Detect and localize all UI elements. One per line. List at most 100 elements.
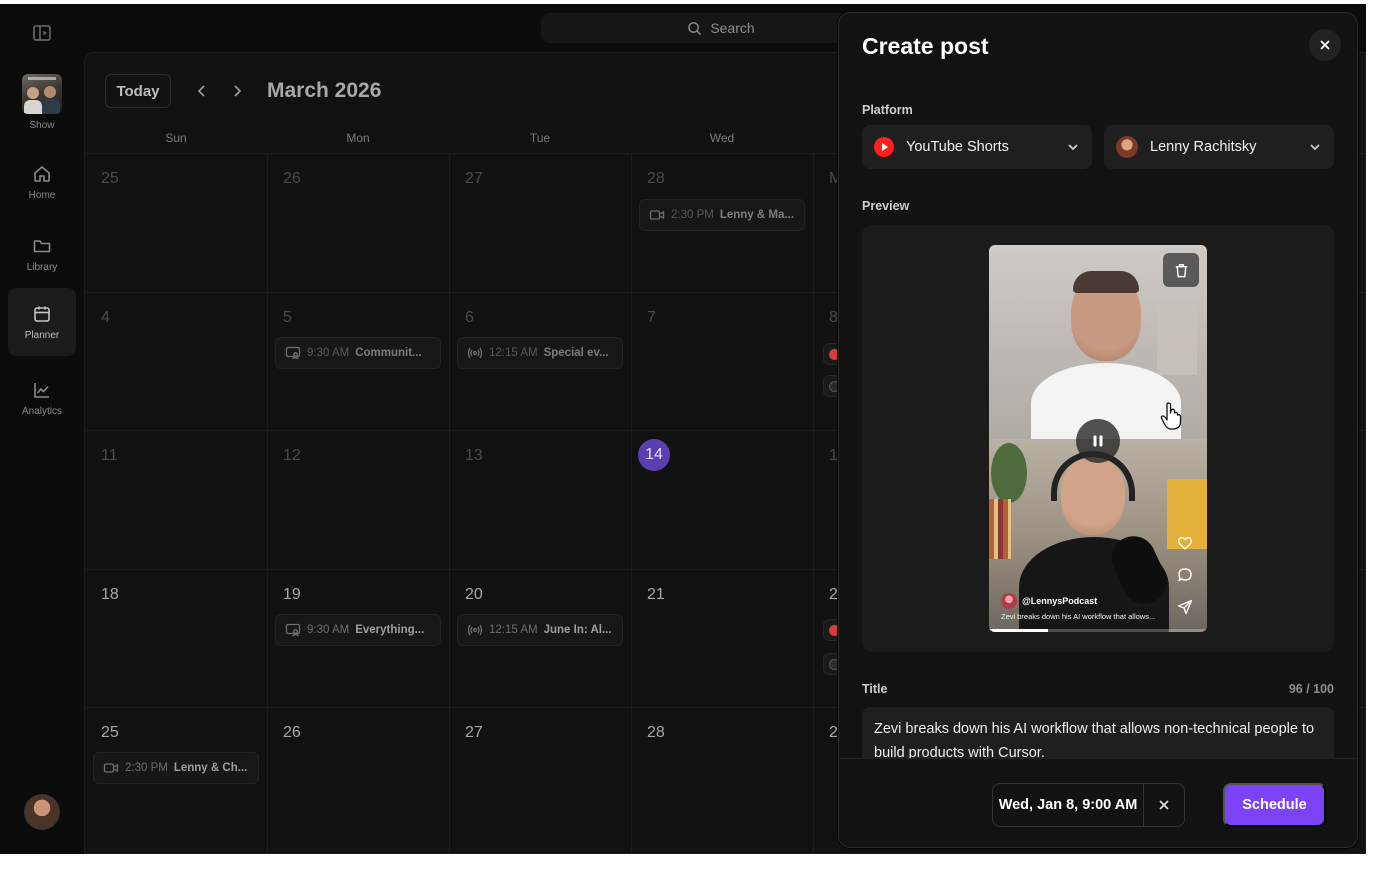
calendar-event[interactable]: 9:30 AM Everything... [275, 614, 441, 646]
today-button[interactable]: Today [105, 74, 171, 108]
event-title: Special ev... [543, 347, 609, 359]
event-title: Lenny & Ma... [719, 209, 794, 221]
panel-footer: Wed, Jan 8, 9:00 AM Schedule [839, 758, 1357, 847]
chevron-down-icon [1310, 144, 1320, 151]
event-time: 2:30 PM [125, 762, 168, 774]
schedule-button[interactable]: Schedule [1223, 783, 1326, 827]
video-progress-bar[interactable] [989, 629, 1207, 632]
event-time: 2:30 PM [671, 209, 714, 221]
calendar-icon [34, 306, 50, 322]
month-title: March 2026 [267, 79, 382, 102]
schedule-date-value[interactable]: Wed, Jan 8, 9:00 AM [993, 784, 1144, 826]
screen-user-icon [285, 346, 301, 360]
day-number[interactable]: 27 [465, 724, 483, 742]
day-number[interactable]: 8 [829, 309, 838, 327]
sidebar-item-label: Show [29, 119, 55, 131]
day-number[interactable]: 7 [647, 309, 656, 327]
hand-cursor-icon [1160, 402, 1182, 430]
platform-label: Platform [862, 103, 913, 117]
pause-button[interactable] [1076, 419, 1120, 463]
day-number[interactable]: 28 [647, 724, 665, 742]
title-label: Title [862, 682, 888, 696]
grid-divider [631, 153, 632, 853]
day-number[interactable]: 4 [101, 309, 110, 327]
today-day-number[interactable]: 14 [638, 439, 670, 471]
sidebar-item-show[interactable]: Show [8, 68, 76, 136]
sidebar-item-planner[interactable]: Planner [8, 288, 76, 356]
event-title: Everything... [355, 624, 425, 636]
day-number[interactable]: 1 [829, 447, 838, 465]
broadcast-icon [467, 347, 483, 359]
day-number[interactable]: 27 [465, 170, 483, 188]
search-placeholder: Search [710, 20, 755, 36]
day-number[interactable]: 19 [283, 586, 301, 604]
day-number[interactable]: 2 [829, 586, 838, 604]
day-number[interactable]: 20 [465, 586, 483, 604]
chart-line-icon [34, 382, 49, 398]
video-preview[interactable]: @LennysPodcast Zevi breaks down his AI w… [989, 245, 1207, 632]
event-time: 9:30 AM [307, 347, 350, 359]
close-icon [1320, 40, 1330, 50]
video-progress-fill [989, 629, 1048, 632]
like-action[interactable] [1177, 535, 1193, 551]
screen-user-icon [285, 623, 301, 637]
close-icon [1159, 800, 1169, 810]
user-avatar[interactable] [24, 794, 60, 830]
day-number[interactable]: 26 [283, 724, 301, 742]
calendar-event[interactable]: 12:15 AM June In: Al... [457, 614, 623, 646]
broadcast-icon [467, 624, 483, 636]
sidebar-toggle-icon[interactable] [31, 22, 53, 44]
pause-icon [1093, 435, 1103, 447]
grid-divider [813, 153, 814, 853]
sidebar-item-library[interactable]: Library [8, 220, 76, 288]
calendar-event[interactable]: 9:30 AM Communit... [275, 337, 441, 369]
preview-area: @LennysPodcast Zevi breaks down his AI w… [862, 225, 1334, 652]
chevron-right-icon[interactable] [227, 81, 247, 101]
calendar-event[interactable]: 2:30 PM Lenny & Ch... [93, 752, 259, 784]
account-select[interactable]: Lenny Rachitsky [1104, 125, 1334, 169]
day-number[interactable]: 6 [465, 309, 474, 327]
chevron-left-icon[interactable] [192, 81, 212, 101]
calendar-event[interactable]: 2:30 PM Lenny & Ma... [639, 199, 805, 231]
grid-divider [449, 153, 450, 853]
day-number[interactable]: 21 [647, 586, 665, 604]
create-post-panel: Create post Platform YouTube Shorts Lenn… [838, 12, 1358, 848]
folder-icon [33, 239, 51, 252]
platform-select[interactable]: YouTube Shorts [862, 125, 1092, 169]
day-number[interactable]: 13 [465, 447, 483, 465]
day-number[interactable]: 25 [101, 170, 119, 188]
video-icon [103, 763, 119, 773]
calendar-event[interactable]: 12:15 AM Special ev... [457, 337, 623, 369]
search-icon [688, 21, 702, 35]
panel-title: Create post [862, 33, 989, 59]
comment-action[interactable] [1177, 567, 1193, 583]
weekday-header: Tue [529, 131, 551, 145]
day-number[interactable]: 28 [647, 170, 665, 188]
left-rail: Show Home Library Planner Analytics [0, 4, 84, 854]
event-title: Lenny & Ch... [173, 762, 248, 774]
trash-icon [1175, 263, 1187, 277]
heart-icon [1177, 536, 1193, 550]
home-icon [34, 165, 50, 182]
youtube-icon [874, 137, 894, 157]
day-number[interactable]: 18 [101, 586, 119, 604]
weekday-header: Mon [346, 131, 370, 145]
delete-media-button[interactable] [1163, 253, 1199, 287]
schedule-date-picker[interactable]: Wed, Jan 8, 9:00 AM [992, 783, 1185, 827]
clear-date-button[interactable] [1144, 784, 1184, 826]
close-button[interactable] [1309, 29, 1341, 61]
app-window: Show Home Library Planner Analytics Sear… [0, 4, 1366, 854]
comment-icon [1178, 568, 1192, 582]
sidebar-item-analytics[interactable]: Analytics [8, 364, 76, 432]
day-number[interactable]: 26 [283, 170, 301, 188]
day-number[interactable]: 12 [283, 447, 301, 465]
sidebar-item-home[interactable]: Home [8, 148, 76, 216]
sidebar-item-label: Analytics [21, 405, 62, 417]
day-number[interactable]: 25 [101, 724, 119, 742]
grid-divider [267, 153, 268, 853]
event-time: 9:30 AM [307, 624, 350, 636]
day-number[interactable]: 11 [101, 447, 118, 465]
day-number[interactable]: 2 [829, 724, 838, 742]
day-number[interactable]: 5 [283, 309, 292, 327]
show-cover-image [22, 73, 62, 114]
